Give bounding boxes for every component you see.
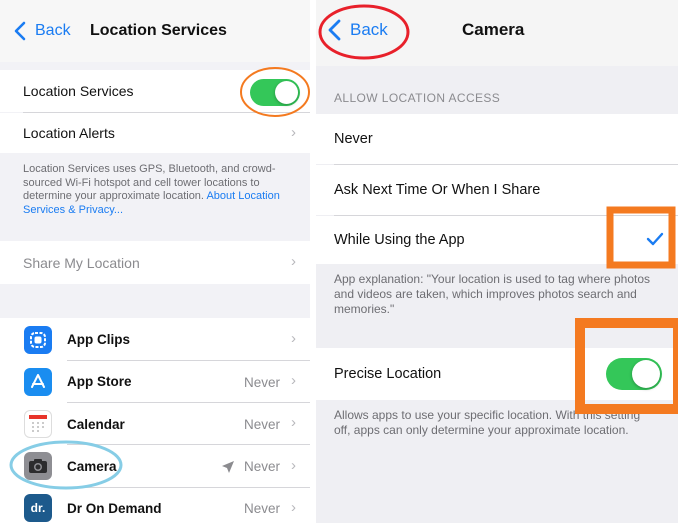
option-while-using-app[interactable]: While Using the App — [316, 216, 678, 264]
location-services-label: Location Services — [23, 83, 134, 99]
back-button[interactable]: Back — [14, 21, 71, 41]
page-title: Camera — [462, 20, 525, 39]
nav-bar: Back Camera — [316, 0, 678, 66]
back-button[interactable]: Back — [328, 19, 388, 41]
location-status: Never — [244, 417, 281, 432]
precise-location-label: Precise Location — [334, 366, 442, 382]
chevron-right-icon: › — [291, 414, 296, 431]
location-services-description: Location Services uses GPS, Bluetooth, a… — [23, 163, 280, 216]
chevron-left-icon — [328, 19, 341, 41]
back-label: Back — [350, 20, 388, 39]
divider — [67, 402, 310, 403]
share-my-location-label: Share My Location — [23, 254, 140, 271]
share-my-location-row[interactable]: Share My Location — [0, 241, 310, 284]
location-services-toggle[interactable] — [250, 79, 300, 106]
location-services-screen: Back Location Services Location Services… — [0, 0, 310, 523]
app-name: App Store — [67, 374, 132, 389]
location-alerts-row[interactable]: Location Alerts — [0, 113, 310, 153]
chevron-right-icon: › — [291, 457, 296, 474]
app-name: Calendar — [67, 417, 125, 432]
toggle-knob — [632, 360, 660, 388]
location-alerts-label: Location Alerts — [23, 125, 115, 141]
section-header: ALLOW LOCATION ACCESS — [334, 91, 501, 105]
location-arrow-icon — [221, 460, 235, 479]
chevron-right-icon: › — [291, 330, 296, 347]
app-name: App Clips — [67, 332, 130, 347]
calendar-icon — [24, 410, 52, 438]
precise-location-toggle[interactable] — [606, 358, 662, 390]
location-status: Never — [244, 459, 281, 474]
chevron-right-icon: › — [291, 253, 296, 270]
chevron-right-icon: › — [291, 499, 296, 516]
chevron-left-icon — [14, 21, 26, 41]
app-explanation: App explanation: "Your location is used … — [334, 272, 651, 316]
option-never[interactable]: Never — [316, 114, 678, 164]
chevron-right-icon: › — [291, 372, 296, 389]
app-clips-icon — [24, 326, 52, 354]
app-name: Camera — [67, 459, 117, 474]
nav-bar: Back Location Services — [0, 0, 310, 62]
app-name: Dr On Demand — [67, 501, 162, 516]
app-store-icon — [24, 368, 52, 396]
option-ask-next-time[interactable]: Ask Next Time Or When I Share — [316, 165, 678, 215]
precise-location-description: Allows apps to use your specific locatio… — [334, 408, 641, 437]
chevron-right-icon: › — [291, 124, 296, 141]
divider — [67, 360, 310, 361]
dr-on-demand-icon: dr. — [24, 494, 52, 522]
divider — [67, 487, 310, 488]
location-status: Never — [244, 375, 281, 390]
back-label: Back — [35, 22, 71, 39]
page-title: Location Services — [90, 22, 227, 39]
camera-icon — [24, 452, 52, 480]
toggle-knob — [275, 81, 298, 104]
location-status: Never — [244, 501, 281, 516]
camera-location-screen: Back Camera ALLOW LOCATION ACCESS Never … — [316, 0, 678, 523]
checkmark-icon — [646, 232, 664, 251]
